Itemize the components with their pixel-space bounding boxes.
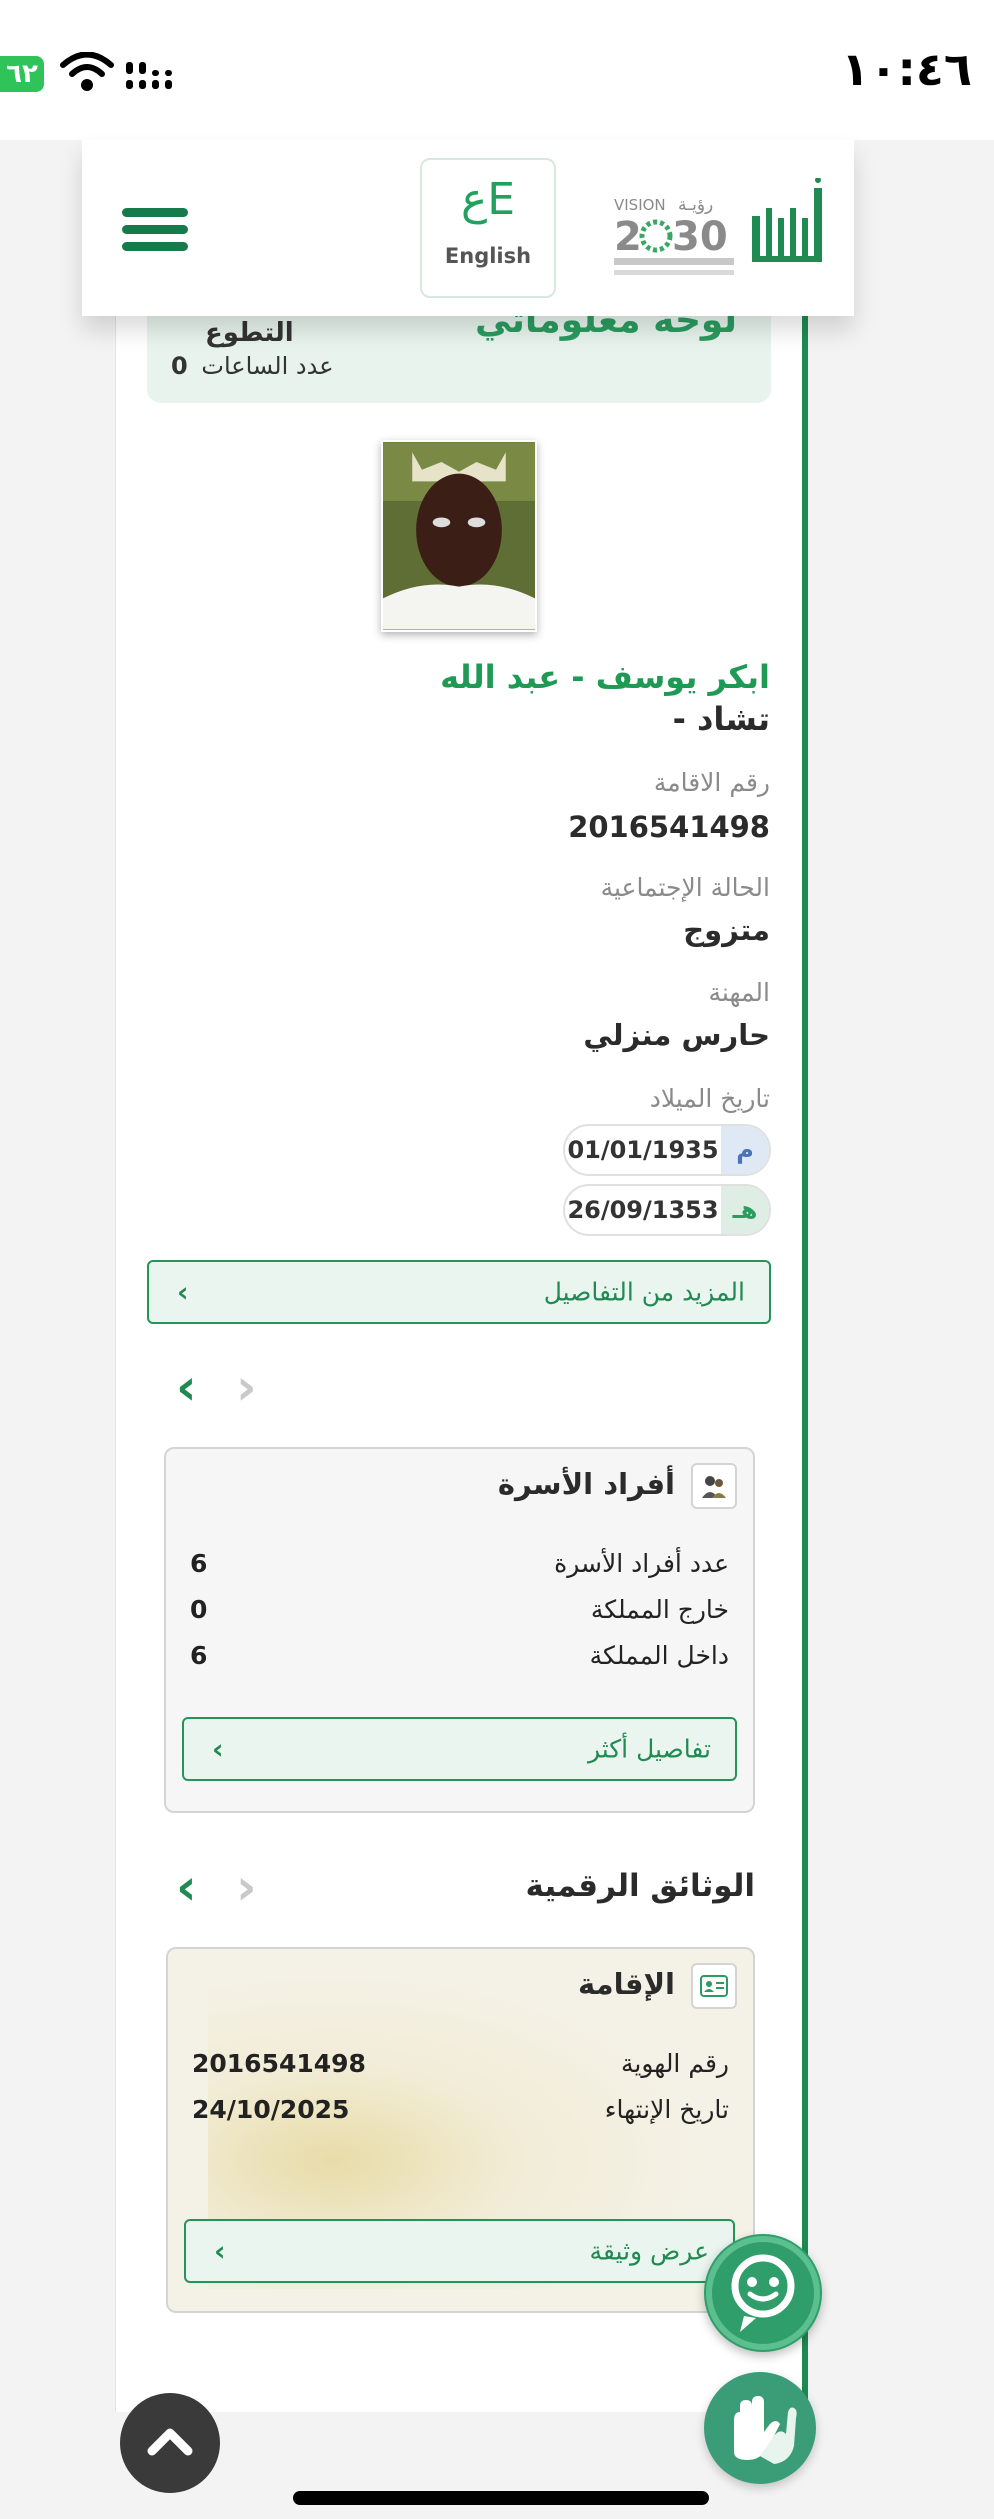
chat-assistant-button[interactable] (704, 2234, 822, 2352)
family-icon (691, 1463, 737, 1509)
chevron-up-icon (147, 2428, 193, 2456)
language-icon: عE (460, 174, 516, 225)
iqama-label: رقم الاقامة (653, 768, 770, 797)
person-name: ابكر يوسف - عبد الله (440, 658, 770, 696)
wifi-icon (60, 52, 114, 91)
birth-date-label: تاريخ الميلاد (649, 1084, 770, 1113)
volunteer-hours: عدد الساعات 0 (171, 352, 334, 380)
expiry-date-label: تاريخ الإنتهاء (604, 2095, 729, 2124)
family-inside-value: 6 (190, 1641, 208, 1670)
language-switch-button[interactable]: عE English (420, 158, 556, 298)
digital-documents-title: الوثائق الرقمية (525, 1868, 755, 1904)
id-number-value: 2016541498 (192, 2049, 366, 2078)
volunteer-label: التطوع (205, 318, 294, 348)
profile-photo (381, 440, 537, 632)
sign-language-icon (734, 2396, 797, 2464)
more-details-label: المزيد من التفاصيل (543, 1277, 745, 1307)
family-total-value: 6 (190, 1549, 208, 1578)
docs-prev-button[interactable]: ‹ (176, 1858, 197, 1916)
chatbot-icon (706, 2236, 820, 2350)
language-label: English (444, 244, 532, 268)
gregorian-badge: م (721, 1126, 769, 1174)
iqama-document-card: الإقامة رقم الهوية 2016541498 تاريخ الإن… (166, 1947, 755, 2313)
docs-next-button[interactable]: › (236, 1858, 257, 1916)
absher-logo (752, 178, 822, 262)
family-members-card: أفراد الأسرة عدد أفراد الأسرة 6 خارج الم… (164, 1447, 755, 1813)
chevron-left-icon: › (214, 2234, 226, 2268)
svg-text:2: 2 (614, 214, 642, 260)
svg-text:30: 30 (672, 214, 728, 260)
family-details-button[interactable]: تفاصيل أكثر › (182, 1717, 737, 1781)
cellular-signal-icon (126, 62, 172, 89)
hours-label: عدد الساعات (201, 352, 334, 380)
more-details-button[interactable]: المزيد من التفاصيل › (147, 1260, 771, 1324)
occupation-value: حارس منزلي (583, 1018, 770, 1052)
carousel-prev-button[interactable]: ‹ (176, 1358, 197, 1416)
carousel-next-button[interactable]: › (236, 1358, 257, 1416)
view-document-button[interactable]: عرض وثيقة › (184, 2219, 735, 2283)
id-card-icon (691, 1963, 737, 2009)
chevron-left-icon: › (212, 1732, 224, 1766)
svg-text:VISION: VISION (614, 196, 666, 214)
status-bar: ١٠:٤٦ ٦٢ (0, 0, 994, 140)
birth-date-hijri: 26/09/1353 هـ (563, 1184, 771, 1236)
home-indicator[interactable] (293, 2491, 709, 2505)
hours-value: 0 (171, 352, 188, 380)
family-card-title: أفراد الأسرة (497, 1467, 675, 1501)
nationality: تشاد - (672, 700, 770, 738)
chevron-left-icon: › (177, 1275, 189, 1309)
gregorian-date-value: 01/01/1935 (567, 1136, 719, 1164)
sign-language-button[interactable] (704, 2372, 816, 2484)
view-document-label: عرض وثيقة (589, 2236, 709, 2266)
marital-status-label: الحالة الإجتماعية (600, 873, 770, 902)
battery-indicator: ٦٢ (0, 56, 44, 92)
id-number-label: رقم الهوية (621, 2049, 729, 2078)
hijri-date-value: 26/09/1353 (567, 1196, 719, 1224)
family-outside-label: خارج المملكة (590, 1595, 729, 1624)
occupation-label: المهنة (708, 978, 771, 1007)
expiry-date-value: 24/10/2025 (192, 2095, 350, 2124)
iqama-card-title: الإقامة (578, 1967, 675, 2001)
marital-status-value: متزوج (683, 913, 770, 947)
family-total-label: عدد أفراد الأسرة (554, 1549, 729, 1578)
family-inside-label: داخل المملكة (589, 1641, 729, 1670)
family-outside-value: 0 (190, 1595, 208, 1624)
family-details-label: تفاصيل أكثر (587, 1734, 711, 1764)
birth-date-gregorian: 01/01/1935 م (563, 1124, 771, 1176)
svg-text:رؤيـة: رؤيـة (678, 195, 713, 215)
scroll-to-top-button[interactable] (120, 2393, 220, 2493)
vision-2030-logo: VISION رؤيـة 2 30 (614, 195, 734, 275)
iqama-number: 2016541498 (568, 810, 770, 844)
app-header: عE English VISION رؤيـة 2 30 (82, 140, 854, 316)
hamburger-menu-icon[interactable] (122, 208, 188, 254)
hijri-badge: هـ (721, 1186, 769, 1234)
status-time: ١٠:٤٦ (841, 42, 972, 96)
